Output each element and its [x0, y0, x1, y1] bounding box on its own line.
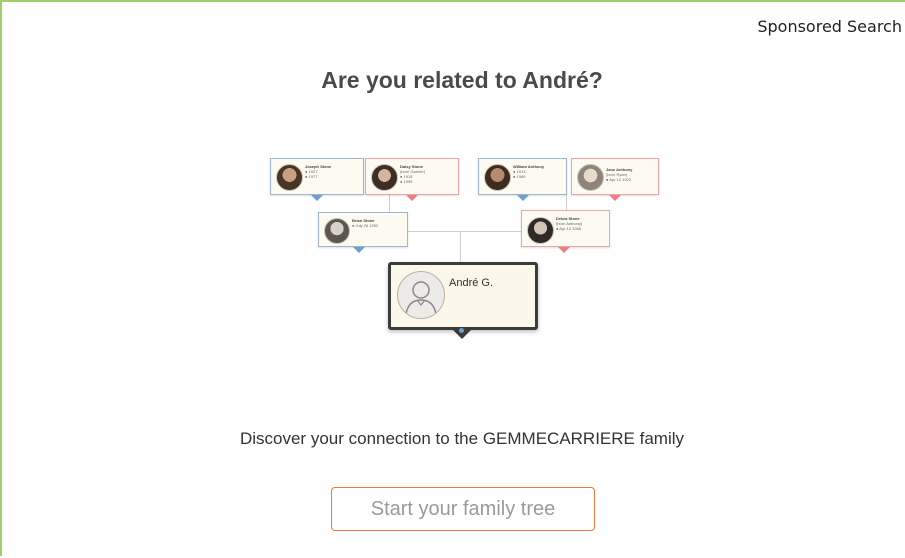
- person-detail: ● 1989: [513, 174, 526, 179]
- person-detail: ● Apr 12 1922: [606, 177, 632, 182]
- tree-card-grandmother-maternal: Jane Anthony (born Ryan) ● Apr 12 1922: [571, 158, 659, 195]
- male-tab: [517, 195, 529, 201]
- root-person-name: André G.: [449, 277, 494, 289]
- portrait-photo: [527, 217, 554, 244]
- tree-card-grandfather-paternal: Joseph Stone ● 1927 ● 1977: [270, 158, 364, 195]
- discover-text: Discover your connection to the GEMMECAR…: [239, 429, 685, 448]
- person-detail: ● Apr 12 1965: [556, 226, 582, 231]
- connector-line: [460, 231, 461, 263]
- tree-card-mother: Debra Stone (born Anthony) ● Apr 12 1965: [521, 210, 610, 247]
- tree-card-grandmother-paternal: Daisy Stone (born Garnier) ● 1915 ● 1999: [365, 158, 459, 195]
- connector-line: [566, 195, 567, 211]
- portrait-photo: [371, 164, 398, 191]
- tree-card-root-person: André G.: [388, 262, 538, 330]
- person-detail: ● 1977: [305, 174, 318, 179]
- portrait-photo: [276, 164, 303, 191]
- male-tab: [353, 247, 365, 253]
- tree-card-father: Brian Stone ● July 26 1952: [318, 212, 408, 247]
- portrait-photo: [484, 164, 511, 191]
- person-silhouette-icon: [397, 271, 445, 319]
- male-tab: [311, 195, 323, 201]
- female-tab: [406, 195, 418, 201]
- connector-line: [388, 231, 522, 232]
- tree-card-grandfather-maternal: William Anthony ● 1913 ● 1989: [478, 158, 567, 195]
- portrait-photo: [577, 164, 604, 191]
- family-tree-illustration: Joseph Stone ● 1927 ● 1977 Daisy Stone (…: [2, 2, 905, 558]
- person-detail: ● 1999: [400, 179, 413, 184]
- expand-dot-icon: [459, 328, 464, 333]
- portrait-photo: [324, 218, 350, 244]
- female-tab: [558, 247, 570, 253]
- sponsored-ad-frame: Sponsored Search Are you related to Andr…: [0, 0, 905, 556]
- female-tab: [609, 195, 621, 201]
- connector-line: [389, 195, 390, 213]
- start-family-tree-button[interactable]: Start your family tree: [331, 487, 595, 531]
- person-detail: ● July 26 1952: [352, 223, 379, 228]
